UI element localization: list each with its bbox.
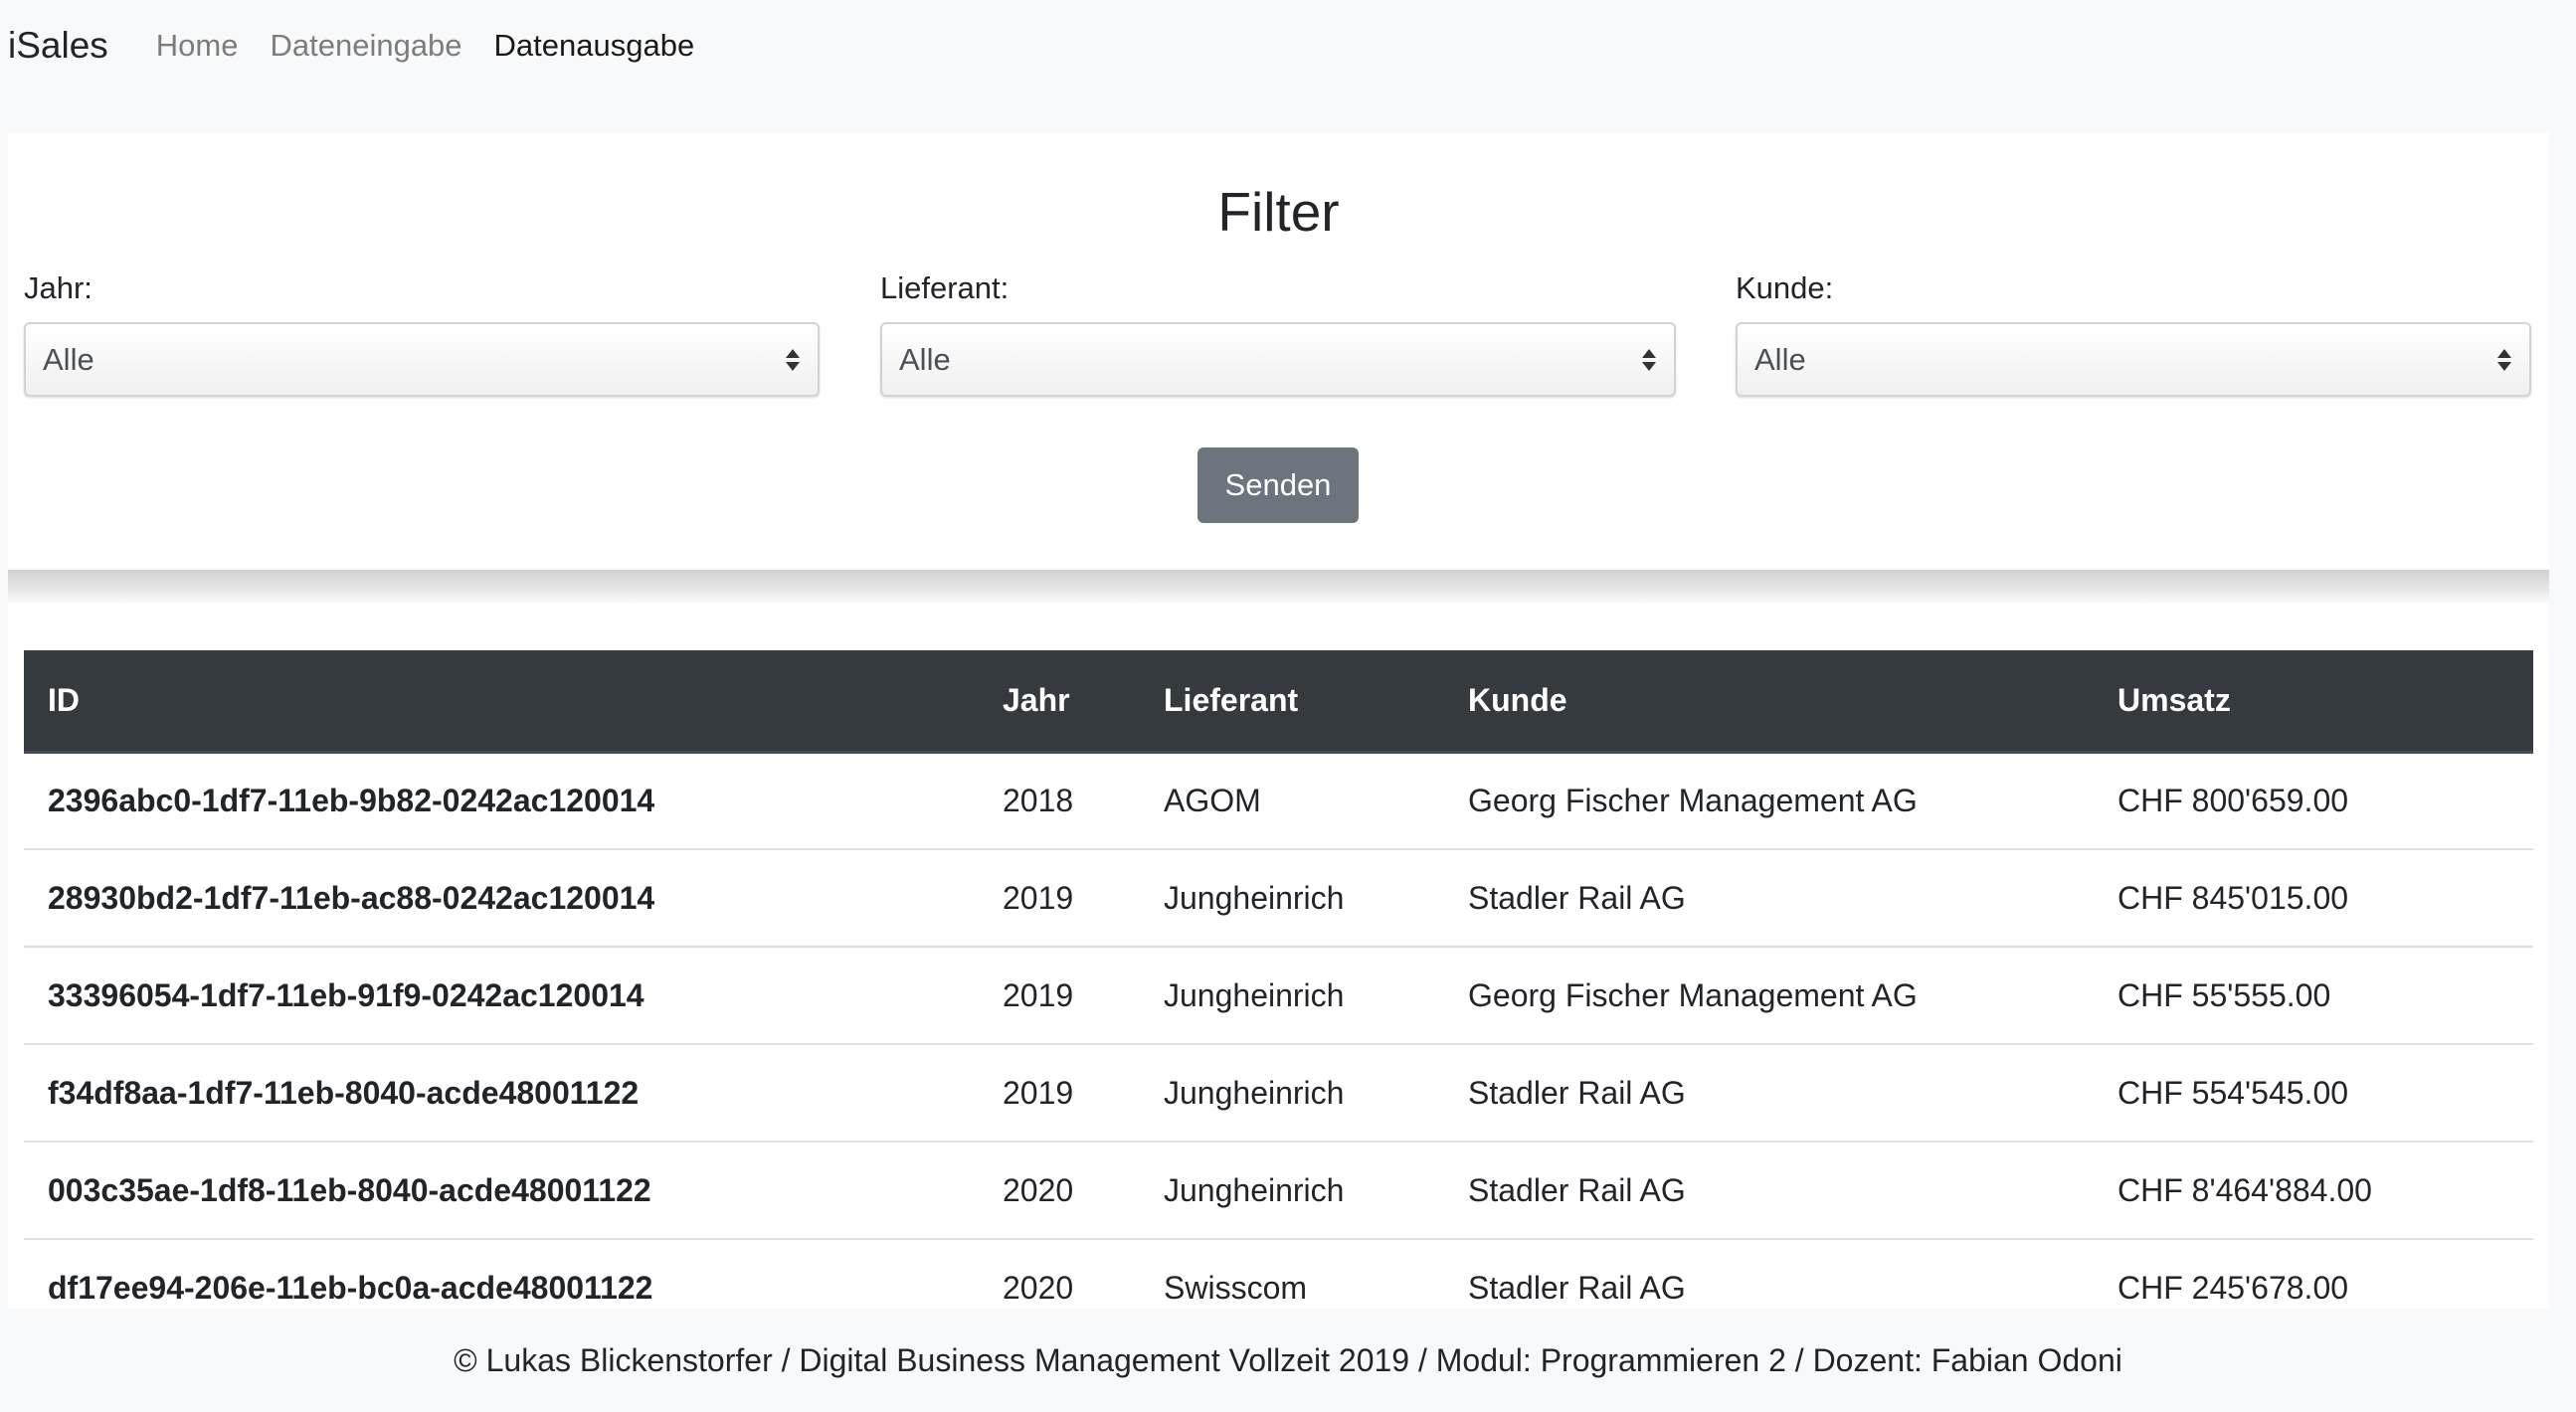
supplier-filter-group: Lieferant: Alle [880,268,1676,397]
cell-id: 2396abc0-1df7-11eb-9b82-0242ac120014 [48,782,655,818]
footer-text: © Lukas Blickenstorfer / Digital Busines… [454,1341,2122,1378]
filter-title: Filter [1217,181,1340,243]
cell-id: f34df8aa-1df7-11eb-8040-acde48001122 [48,1074,640,1111]
year-select-value: Alle [43,341,94,377]
customer-filter-group: Kunde: Alle [1736,268,2531,397]
cell-id: 28930bd2-1df7-11eb-ac88-0242ac120014 [48,879,655,916]
supplier-select[interactable]: Alle [880,322,1676,397]
brand-logo[interactable]: iSales [8,25,108,67]
navbar: iSales Home Dateneingabe Datenausgabe [0,0,2576,91]
cell-supplier: Swisscom [1164,1269,1308,1306]
select-arrows-icon [2497,348,2511,371]
supplier-label: Lieferant: [880,270,1010,305]
cell-customer: Stadler Rail AG [1468,879,1686,916]
table-row: 28930bd2-1df7-11eb-ac88-0242ac120014 201… [24,849,2533,947]
column-header-id[interactable]: ID [24,650,979,754]
cell-id: 33396054-1df7-11eb-91f9-0242ac120014 [48,976,644,1013]
column-header-revenue[interactable]: Umsatz [2094,650,2533,754]
cell-supplier: Jungheinrich [1164,1074,1345,1111]
cell-revenue: CHF 55'555.00 [2117,976,2331,1013]
column-header-supplier[interactable]: Lieferant [1140,650,1444,754]
cell-year: 2018 [1003,782,1074,818]
column-header-customer[interactable]: Kunde [1444,650,2094,754]
nav-link-dateneingabe[interactable]: Dateneingabe [270,28,461,64]
table-row: 003c35ae-1df8-11eb-8040-acde48001122 202… [24,1142,2533,1239]
year-filter-group: Jahr: Alle [24,268,820,397]
cell-customer: Georg Fischer Management AG [1468,976,1918,1013]
send-button[interactable]: Senden [1197,447,1359,523]
cell-revenue: CHF 245'678.00 [2117,1269,2349,1306]
cell-customer: Stadler Rail AG [1468,1171,1686,1208]
cell-year: 2019 [1003,976,1074,1013]
customer-label: Kunde: [1736,270,1834,305]
cell-year: 2020 [1003,1171,1074,1208]
cell-year: 2019 [1003,879,1074,916]
column-header-year[interactable]: Jahr [979,650,1140,754]
select-arrows-icon [786,348,800,371]
table-row: 33396054-1df7-11eb-91f9-0242ac120014 201… [24,947,2533,1044]
cell-supplier: Jungheinrich [1164,1171,1345,1208]
cell-id: df17ee94-206e-11eb-bc0a-acde48001122 [48,1269,653,1306]
cell-id: 003c35ae-1df8-11eb-8040-acde48001122 [48,1171,651,1208]
cell-year: 2020 [1003,1269,1074,1306]
table-header-row: ID Jahr Lieferant Kunde Umsatz [24,650,2533,754]
cell-customer: Georg Fischer Management AG [1468,782,1918,818]
nav-link-datenausgabe[interactable]: Datenausgabe [494,28,695,64]
cell-revenue: CHF 8'464'884.00 [2117,1171,2372,1208]
cell-revenue: CHF 845'015.00 [2117,879,2349,916]
filter-card: Filter Jahr: Alle Lieferant: Alle Kunde:… [8,132,2549,570]
cell-supplier: Jungheinrich [1164,976,1345,1013]
cell-year: 2019 [1003,1074,1074,1111]
cell-supplier: AGOM [1164,782,1261,818]
select-arrows-icon [1642,348,1656,371]
footer: © Lukas Blickenstorfer / Digital Busines… [0,1309,2576,1412]
nav-link-home[interactable]: Home [156,28,239,64]
cell-customer: Stadler Rail AG [1468,1269,1686,1306]
cell-revenue: CHF 800'659.00 [2117,782,2349,818]
cell-supplier: Jungheinrich [1164,879,1345,916]
table-row: df17ee94-206e-11eb-bc0a-acde48001122 202… [24,1239,2533,1309]
customer-select-value: Alle [1754,341,1806,377]
card-shadow [8,570,2549,602]
results-card: ID Jahr Lieferant Kunde Umsatz 2396abc0-… [8,603,2549,1309]
table-row: 2396abc0-1df7-11eb-9b82-0242ac120014 201… [24,752,2533,849]
results-table: ID Jahr Lieferant Kunde Umsatz 2396abc0-… [24,650,2533,1309]
year-select[interactable]: Alle [24,322,820,397]
table-row: f34df8aa-1df7-11eb-8040-acde48001122 201… [24,1044,2533,1142]
cell-revenue: CHF 554'545.00 [2117,1074,2349,1111]
supplier-select-value: Alle [899,341,951,377]
cell-customer: Stadler Rail AG [1468,1074,1686,1111]
customer-select[interactable]: Alle [1736,322,2531,397]
year-label: Jahr: [24,270,92,305]
